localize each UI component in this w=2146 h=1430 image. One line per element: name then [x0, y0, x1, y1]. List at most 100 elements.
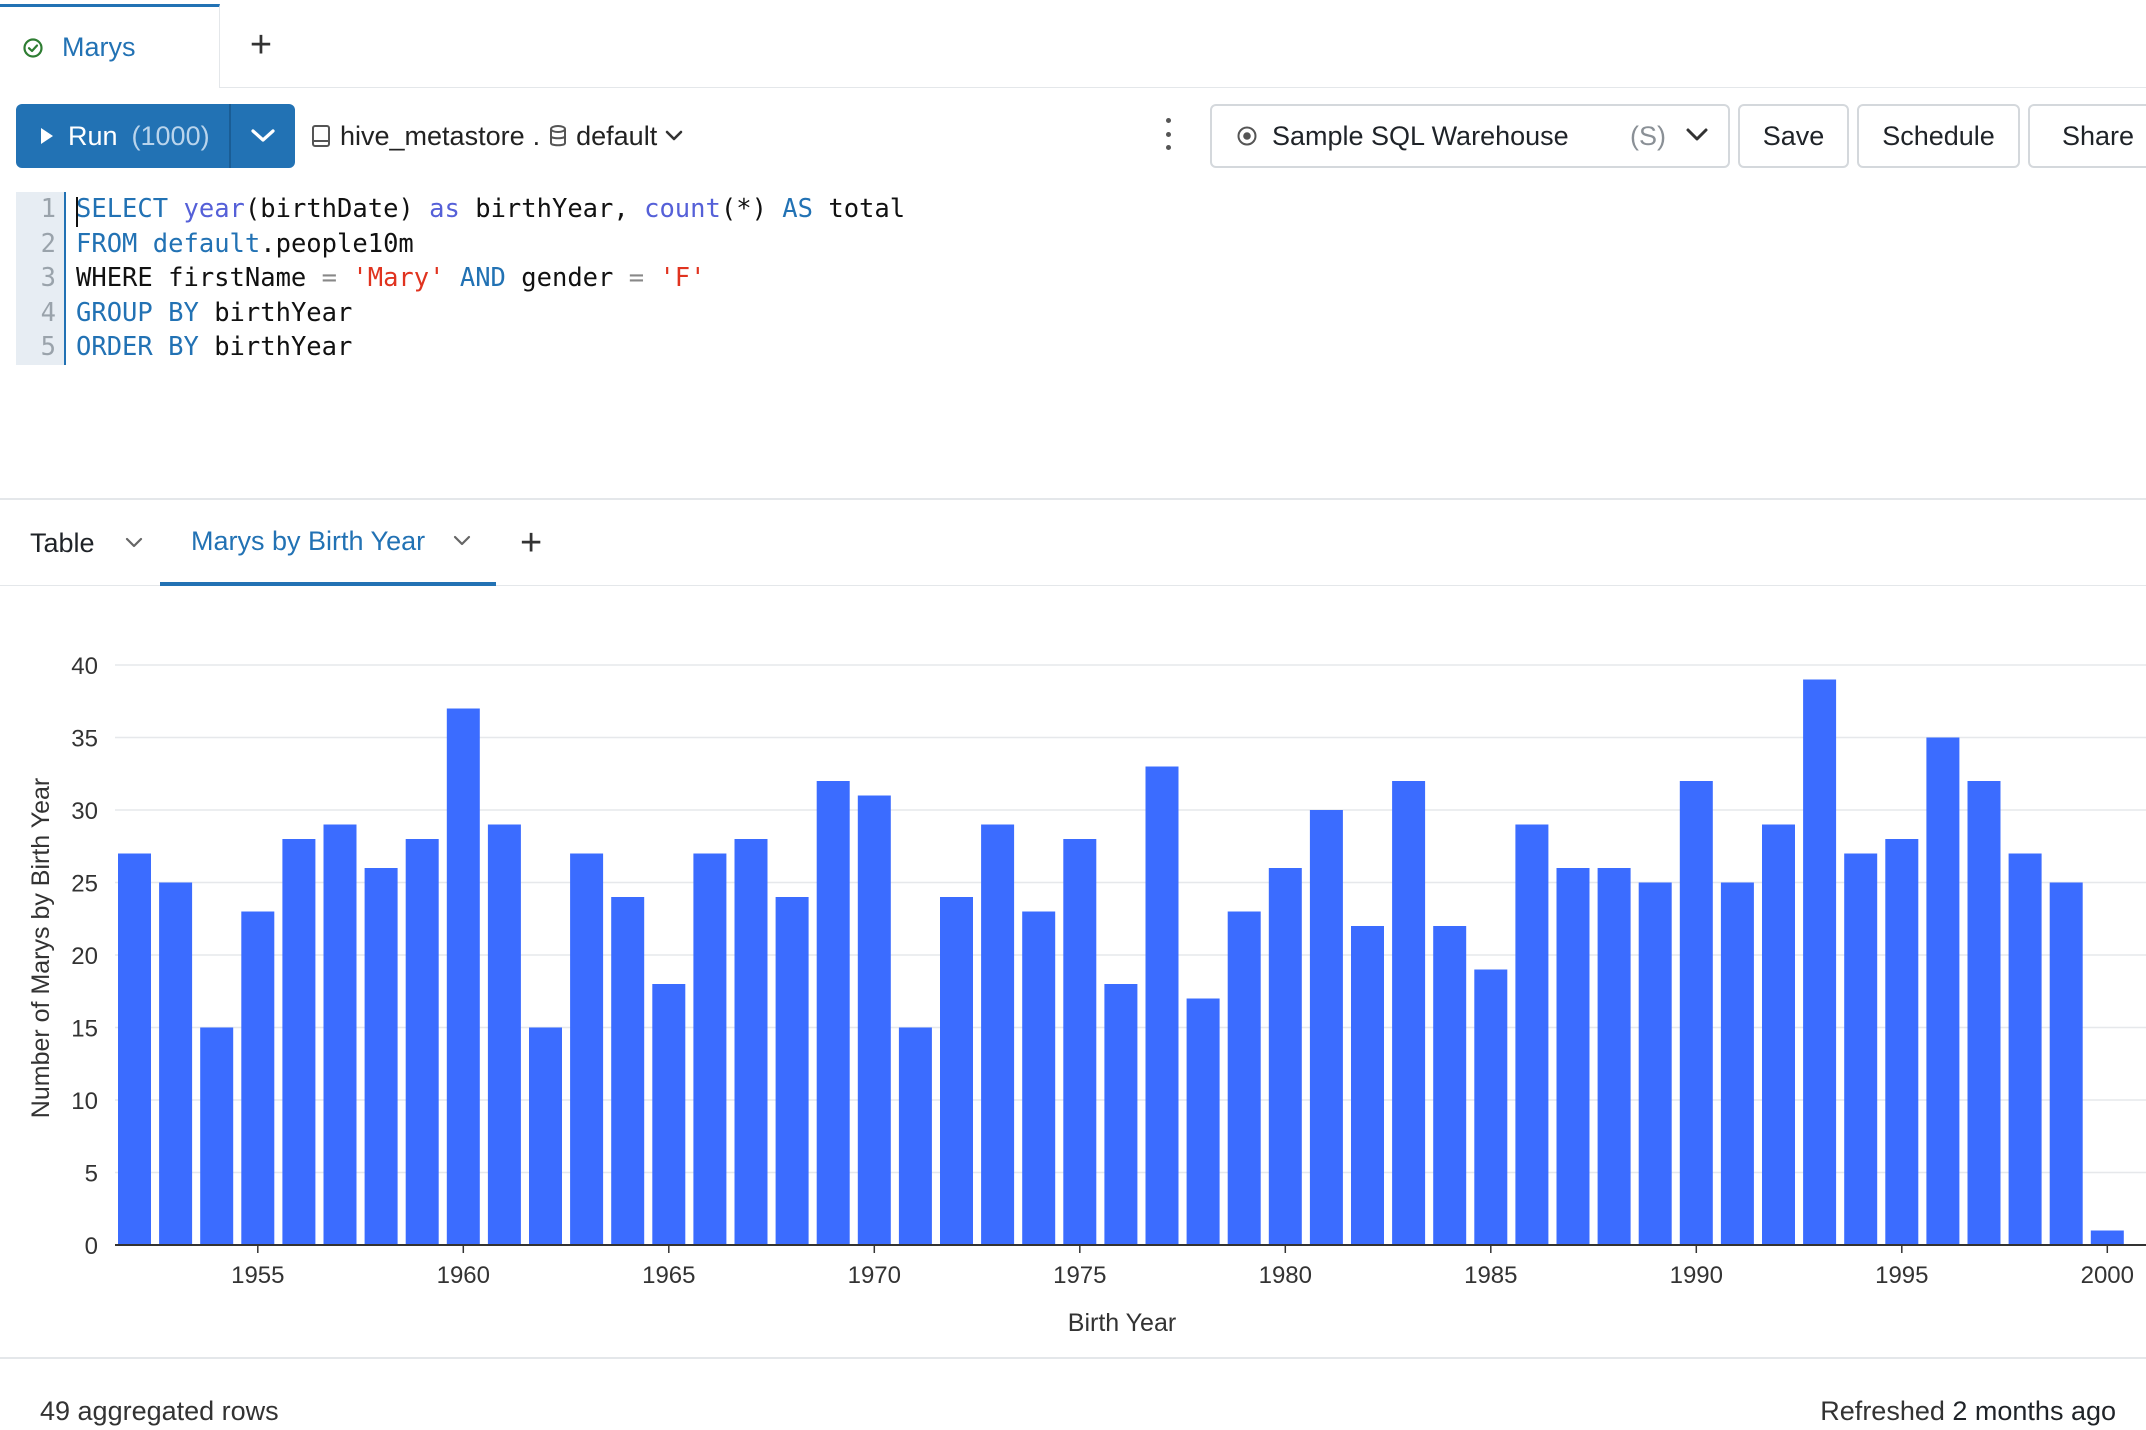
- code-token: count: [644, 194, 721, 224]
- database-icon: [550, 125, 567, 147]
- bar[interactable]: [1186, 998, 1220, 1246]
- bar[interactable]: [282, 839, 316, 1245]
- bar[interactable]: [1392, 781, 1426, 1245]
- code-line[interactable]: 3 WHERE firstName = 'Mary' AND gender = '…: [16, 261, 1216, 296]
- schedule-button[interactable]: Schedule: [1857, 104, 2020, 168]
- bar[interactable]: [241, 911, 275, 1246]
- bar[interactable]: [1803, 679, 1837, 1246]
- tab-table[interactable]: Table: [30, 500, 143, 586]
- results-tab-bar: Table Marys by Birth Year +: [0, 500, 2146, 586]
- bar[interactable]: [2090, 1230, 2124, 1246]
- warehouse-size: (S): [1630, 120, 1666, 151]
- schema-name: default: [576, 120, 658, 151]
- line-number: 2: [40, 228, 56, 259]
- bar[interactable]: [118, 853, 151, 1246]
- bar[interactable]: [1351, 926, 1384, 1245]
- bar[interactable]: [2049, 882, 2083, 1246]
- x-tick-label: 1985: [1464, 1262, 1517, 1289]
- bar[interactable]: [1720, 882, 1754, 1246]
- add-tab-button[interactable]: +: [240, 24, 282, 66]
- tab-table-label: Table: [30, 527, 95, 558]
- bar[interactable]: [323, 824, 357, 1246]
- bar[interactable]: [1022, 911, 1056, 1246]
- line-number: 5: [40, 332, 56, 362]
- bar[interactable]: [1227, 911, 1261, 1246]
- code-token: BY: [168, 297, 199, 328]
- bar[interactable]: [529, 1027, 562, 1246]
- bar[interactable]: [570, 853, 604, 1246]
- save-button[interactable]: Save: [1738, 104, 1849, 168]
- chevron-down-icon: [665, 130, 683, 141]
- row-count: 49 aggregated rows: [40, 1396, 279, 1426]
- share-button[interactable]: Share: [2028, 104, 2146, 168]
- bar[interactable]: [1597, 868, 1631, 1245]
- add-visualization-button[interactable]: +: [520, 500, 542, 586]
- chevron-down-icon[interactable]: [453, 535, 471, 547]
- run-options-button[interactable]: [231, 104, 295, 168]
- code-line[interactable]: 5 ORDER BY birthYear: [16, 330, 1216, 365]
- bar[interactable]: [1515, 824, 1549, 1246]
- bar[interactable]: [1679, 781, 1713, 1245]
- sql-editor[interactable]: 1 SELECT year(birthDate) as birthYear, co…: [16, 192, 2146, 368]
- x-tick-label: 1975: [1053, 1262, 1106, 1289]
- bar[interactable]: [981, 824, 1015, 1246]
- bar[interactable]: [446, 708, 480, 1246]
- code-line[interactable]: 4 GROUP BY birthYear: [16, 296, 1216, 331]
- code-token: ORDER: [76, 332, 153, 362]
- bar[interactable]: [364, 868, 398, 1245]
- code-token: GROUP: [76, 297, 153, 328]
- run-button[interactable]: Run (1000): [16, 104, 229, 168]
- bar[interactable]: [1844, 853, 1878, 1246]
- bar[interactable]: [1063, 839, 1097, 1245]
- bar[interactable]: [775, 897, 809, 1245]
- bar[interactable]: [487, 824, 521, 1246]
- bar[interactable]: [898, 1027, 932, 1246]
- more-options-kebab-icon[interactable]: [1158, 114, 1178, 154]
- code-token: birthYear: [198, 332, 353, 362]
- bar[interactable]: [857, 795, 891, 1246]
- bar-chart: 0 5 10 15 20 25 30 35 40 1955 1960 1965 1970 1975 1980…: [27, 653, 2146, 1337]
- bar[interactable]: [1556, 868, 1590, 1245]
- bar[interactable]: [940, 897, 973, 1245]
- y-tick-label: 25: [71, 871, 98, 898]
- catalog-schema-selector[interactable]: hive_metastore . default: [310, 118, 683, 154]
- bar[interactable]: [1885, 839, 1919, 1245]
- code-line[interactable]: 2 FROM default.people10m: [16, 227, 1216, 262]
- bar[interactable]: [816, 781, 850, 1245]
- y-tick-label: 30: [71, 798, 98, 825]
- bar[interactable]: [1967, 781, 2001, 1245]
- bar[interactable]: [1309, 810, 1343, 1245]
- code-text: FROM default.people10m: [76, 227, 414, 262]
- x-tick-label: 1960: [437, 1262, 490, 1289]
- bar[interactable]: [1268, 868, 1302, 1245]
- code-token: (*): [720, 194, 783, 224]
- bar[interactable]: [1638, 882, 1672, 1246]
- catalog-name: hive_metastore: [340, 120, 525, 151]
- warehouse-selector[interactable]: Sample SQL Warehouse (S): [1210, 104, 1730, 168]
- bar[interactable]: [1474, 969, 1508, 1246]
- bar[interactable]: [200, 1027, 234, 1246]
- bar[interactable]: [734, 839, 768, 1245]
- chevron-down-icon[interactable]: [125, 537, 143, 549]
- bar[interactable]: [159, 882, 193, 1246]
- chevron-down-icon: [1686, 128, 1708, 141]
- bar[interactable]: [405, 839, 439, 1245]
- bar[interactable]: [611, 897, 645, 1245]
- code-token: 'Mary': [352, 263, 445, 293]
- bar[interactable]: [1145, 766, 1179, 1246]
- y-tick-label: 35: [71, 726, 98, 753]
- code-line[interactable]: 1 SELECT year(birthDate) as birthYear, co…: [16, 192, 1216, 227]
- bar[interactable]: [1433, 926, 1467, 1245]
- bar[interactable]: [1104, 984, 1138, 1245]
- bar[interactable]: [2008, 853, 2042, 1246]
- bar[interactable]: [1762, 824, 1795, 1246]
- bar[interactable]: [652, 984, 686, 1245]
- bar[interactable]: [693, 853, 727, 1246]
- query-tab-marys[interactable]: Marys: [0, 4, 220, 88]
- y-tick-label: 15: [71, 1016, 98, 1043]
- bar[interactable]: [1926, 737, 1960, 1246]
- code-token: default: [152, 228, 261, 259]
- tab-marys-by-birth-year[interactable]: Marys by Birth Year: [160, 500, 496, 586]
